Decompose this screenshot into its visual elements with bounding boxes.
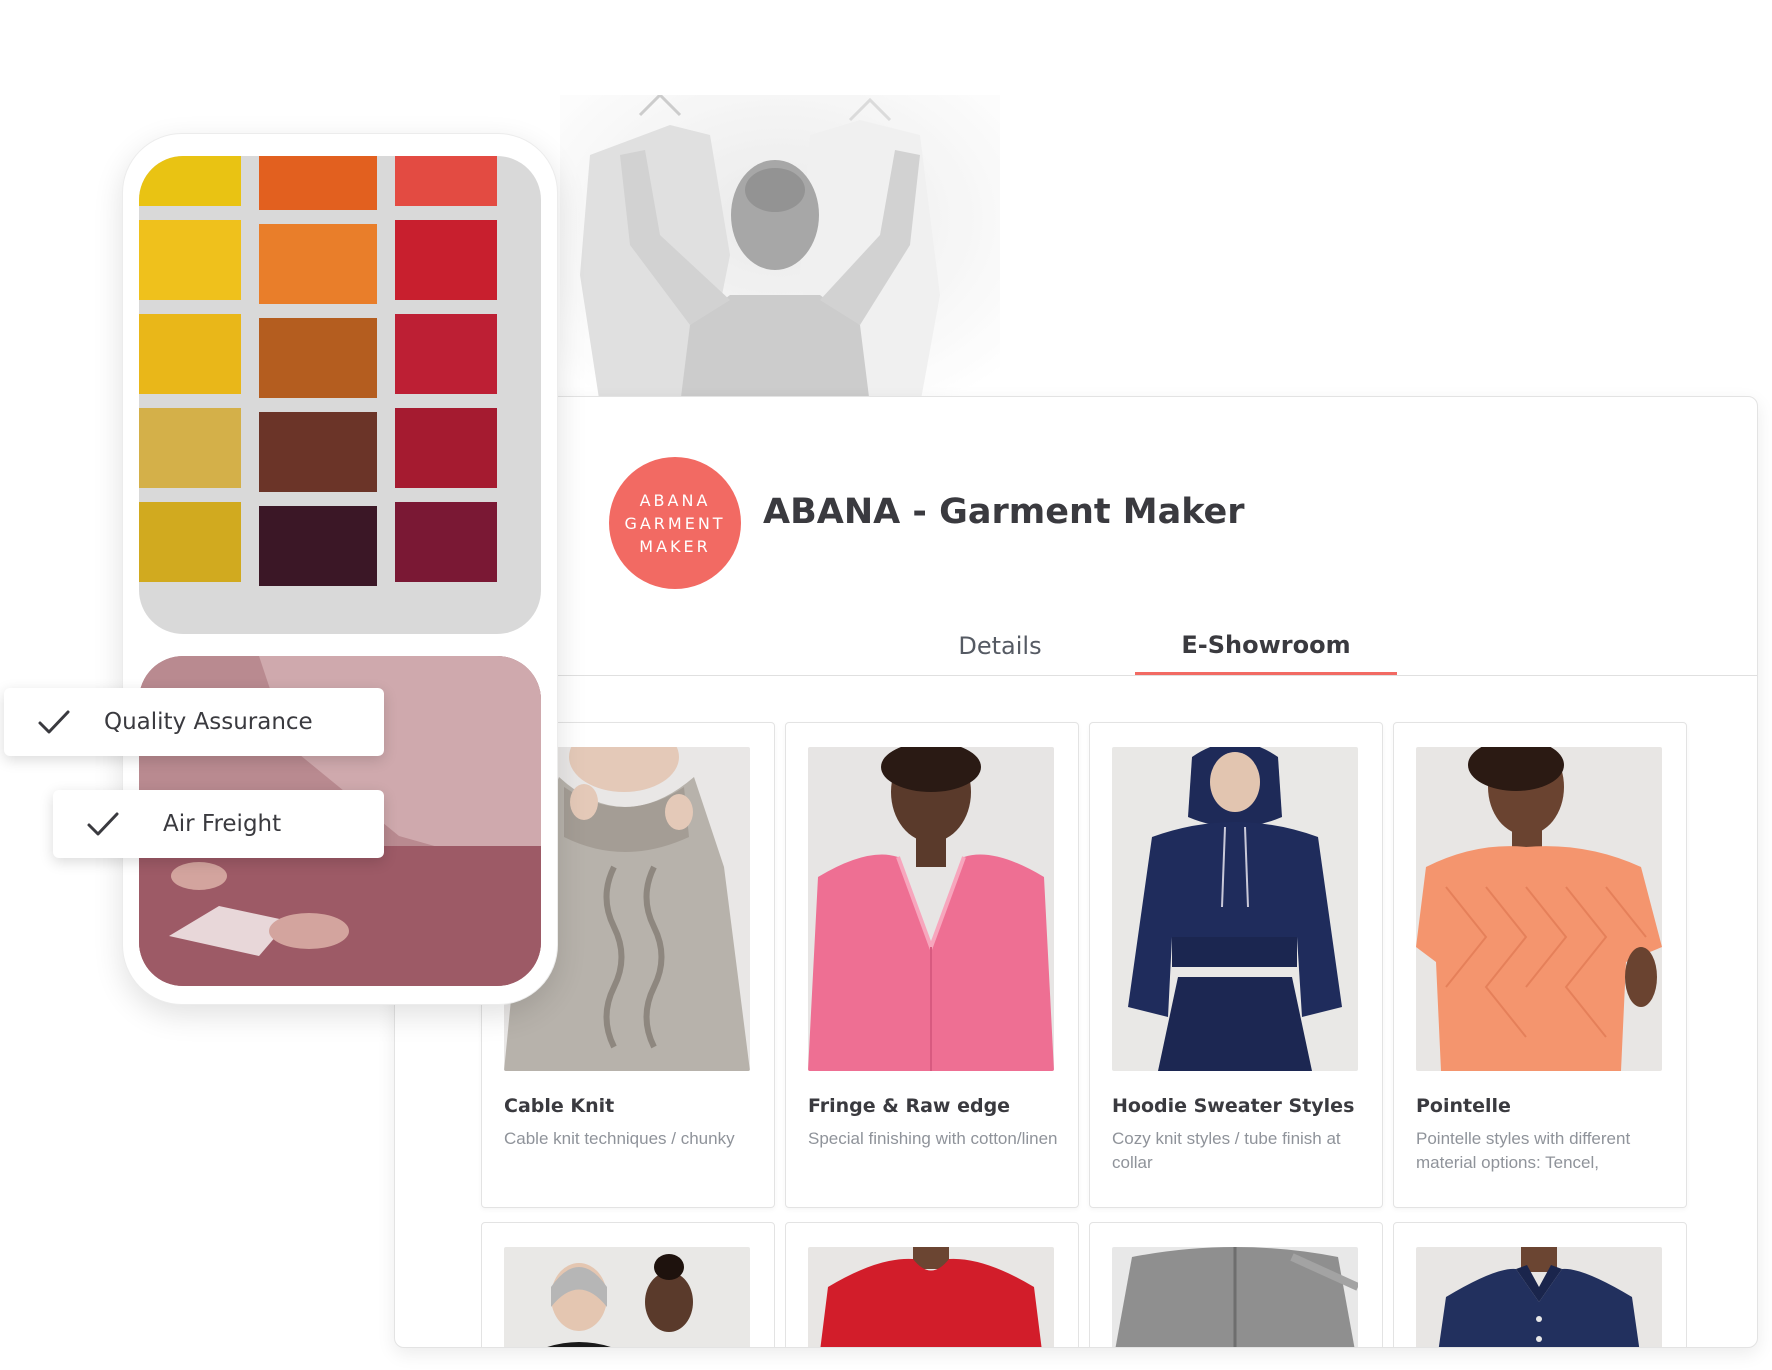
background-photo-person-with-garments <box>560 95 1000 405</box>
product-card-row2-1[interactable] <box>481 1222 775 1347</box>
logo-line-3: MAKER <box>639 536 711 556</box>
thread-swatch <box>259 156 377 210</box>
thread-swatch <box>395 156 497 206</box>
product-image-red-tee <box>808 1247 1054 1347</box>
product-title: Hoodie Sweater Styles <box>1112 1095 1355 1117</box>
color-swatch-panel <box>139 156 541 634</box>
product-description: Cozy knit styles / tube finish at collar <box>1112 1129 1341 1172</box>
product-image-navy-polo <box>1416 1247 1662 1347</box>
product-title: Cable Knit <box>504 1095 615 1117</box>
thread-swatch <box>139 314 241 394</box>
product-image-hoodie-sweater <box>1112 747 1358 1071</box>
feature-label: Quality Assurance <box>104 709 313 735</box>
profile-tabs: Details E-Showroom <box>395 617 1757 676</box>
thread-swatch <box>139 156 241 206</box>
phone-mockup <box>122 133 558 1005</box>
product-title: Pointelle <box>1416 1095 1511 1117</box>
product-card-row2-2[interactable] <box>785 1222 1079 1347</box>
check-icon <box>38 710 70 734</box>
product-image-two-women <box>504 1247 750 1347</box>
company-logo: ABANA GARMENT MAKER <box>609 457 741 589</box>
thread-swatch <box>259 318 377 398</box>
feature-air-freight: Air Freight <box>53 790 384 858</box>
product-image-pointelle <box>1416 747 1662 1071</box>
product-card-fringe-raw-edge[interactable]: Fringe & Raw edge Special finishing with… <box>785 722 1079 1208</box>
product-description: Pointelle styles with different material… <box>1416 1129 1631 1172</box>
thread-swatch <box>259 412 377 492</box>
thread-swatch <box>395 220 497 300</box>
company-name: ABANA - Garment Maker <box>763 492 1245 532</box>
check-icon <box>87 812 119 836</box>
thread-swatch <box>259 506 377 586</box>
product-card-row2-4[interactable] <box>1393 1222 1687 1347</box>
product-card-pointelle[interactable]: Pointelle Pointelle styles with differen… <box>1393 722 1687 1208</box>
thread-swatch <box>139 502 241 582</box>
logo-line-2: GARMENT <box>624 513 726 533</box>
supplier-profile-card: ABANA GARMENT MAKER ABANA - Garment Make… <box>394 396 1758 1348</box>
thread-swatch <box>139 408 241 488</box>
logo-line-1: ABANA <box>639 490 711 510</box>
product-card-hoodie-sweater-styles[interactable]: Hoodie Sweater Styles Cozy knit styles /… <box>1089 722 1383 1208</box>
feature-label: Air Freight <box>163 811 282 837</box>
product-title: Fringe & Raw edge <box>808 1095 1011 1117</box>
product-image-fringe-raw-edge <box>808 747 1054 1071</box>
thread-swatch <box>395 408 497 488</box>
feature-quality-assurance: Quality Assurance <box>4 688 384 756</box>
product-description: Cable knit techniques / chunky <box>504 1129 735 1148</box>
color-swatches <box>139 156 497 586</box>
thread-swatch <box>395 314 497 394</box>
tab-details[interactable]: Details <box>915 617 1085 675</box>
product-image-grey-zip <box>1112 1247 1358 1347</box>
thread-swatch <box>139 220 241 300</box>
tab-e-showroom[interactable]: E-Showroom <box>1135 617 1397 675</box>
thread-swatch <box>259 224 377 304</box>
product-description: Special finishing with cotton/linen <box>808 1129 1058 1148</box>
product-card-row2-3[interactable] <box>1089 1222 1383 1347</box>
thread-swatch <box>395 502 497 582</box>
